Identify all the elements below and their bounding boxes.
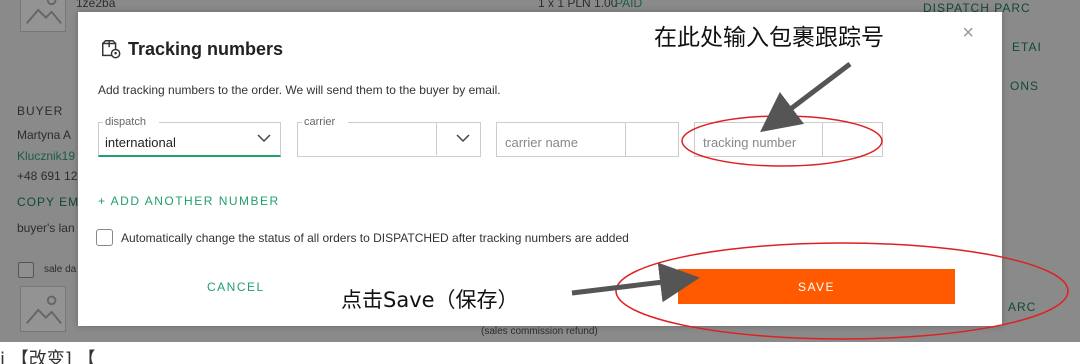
paid-status: PAID (615, 0, 643, 10)
sale-date-label: sale da (44, 264, 77, 275)
dialog-description: Add tracking numbers to the order. We wi… (98, 83, 501, 97)
buyer-heading: BUYER (17, 104, 64, 118)
carrier-select[interactable]: carrier (297, 116, 481, 157)
copy-email-button[interactable]: COPY EM (17, 195, 79, 209)
tracking-number-input[interactable]: tracking number (694, 122, 883, 157)
field-divider (625, 123, 626, 156)
package-location-icon (102, 40, 121, 59)
product-thumbnail (20, 0, 66, 32)
dialog-title: Tracking numbers (128, 38, 284, 59)
add-another-number-button[interactable]: + ADD ANOTHER NUMBER (98, 194, 280, 208)
tracking-numbers-dialog: Tracking numbers × Add tracking numbers … (78, 12, 1002, 326)
product-thumbnail-2 (20, 286, 66, 332)
carrier-name-input[interactable]: carrier name (496, 122, 679, 157)
save-button-label: SAVE (797, 279, 836, 294)
parcel-link[interactable]: ARC (1008, 300, 1036, 314)
buyer-phone: +48 691 12 (17, 169, 78, 183)
buyer-login-link[interactable]: Klucznik19 (17, 149, 75, 163)
carrier-name-placeholder: carrier name (505, 135, 578, 150)
options-link[interactable]: ONS (1010, 79, 1039, 93)
chevron-down-icon (257, 134, 271, 143)
carrier-legend: carrier (302, 116, 338, 128)
commission-note: (sales commission refund) (481, 326, 598, 337)
field-divider (436, 122, 437, 155)
details-link[interactable]: ETAI (1012, 40, 1042, 54)
tracking-number-placeholder: tracking number (703, 135, 797, 150)
auto-status-label: Automatically change the status of all o… (121, 230, 629, 245)
image-placeholder-icon (26, 0, 62, 24)
buyer-name: Martyna A (17, 128, 72, 142)
image-placeholder-icon (26, 295, 62, 324)
dispatch-select[interactable]: dispatch international (98, 116, 281, 157)
auto-status-checkbox[interactable] (96, 229, 113, 246)
auto-status-option[interactable]: Automatically change the status of all o… (96, 229, 629, 246)
dispatch-legend: dispatch (103, 116, 148, 128)
sale-checkbox[interactable] (18, 262, 34, 278)
save-button[interactable]: SAVE (678, 269, 955, 304)
dialog-header: Tracking numbers (100, 38, 283, 60)
close-icon[interactable]: × (962, 22, 974, 45)
chevron-down-icon (456, 134, 470, 143)
bottom-partial-annotation: i 【改变] 【 (0, 349, 96, 364)
field-divider (822, 123, 823, 156)
cancel-button[interactable]: CANCEL (207, 280, 265, 294)
product-name: 1ze2ba (76, 0, 116, 10)
product-price: 1 x 1 PLN 1.00 (538, 0, 618, 10)
dispatch-value: international (105, 135, 176, 150)
buyer-language: buyer's lan (17, 221, 75, 235)
